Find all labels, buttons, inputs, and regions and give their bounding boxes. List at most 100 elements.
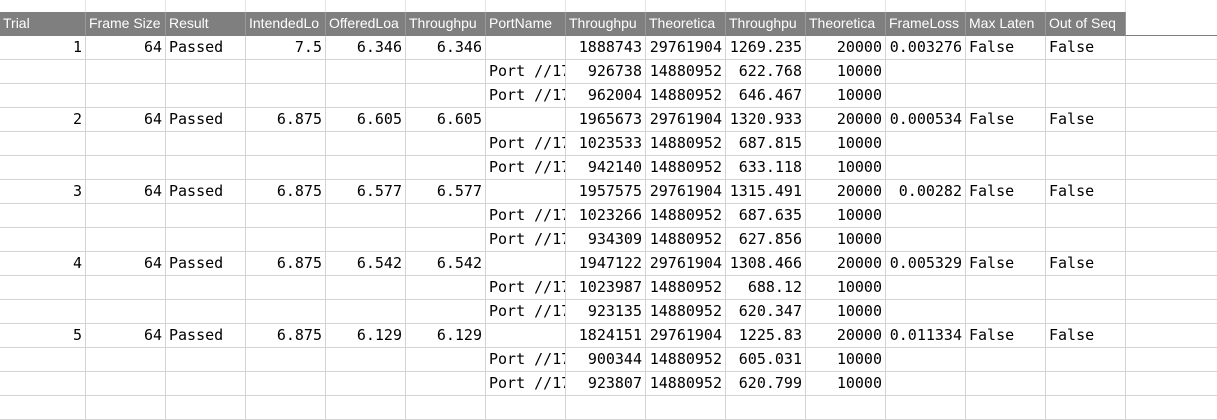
cell-throughput-pct[interactable] (406, 300, 486, 324)
cell-frame-size[interactable] (86, 372, 166, 396)
cell-theoretical-mbps[interactable]: 10000 (806, 204, 886, 228)
cell-intended-load[interactable] (246, 348, 326, 372)
cell-theoretical-frames[interactable]: 14880952 (646, 300, 726, 324)
cell-offered-load[interactable] (326, 228, 406, 252)
cell-intended-load[interactable]: 7.5 (246, 36, 326, 60)
cell-intended-load[interactable]: 6.875 (246, 180, 326, 204)
cell-out-of-sequence[interactable] (1046, 228, 1126, 252)
header-port-name[interactable]: PortName (486, 12, 566, 36)
cell-frame-size[interactable] (86, 396, 166, 420)
cell-frame-loss[interactable] (886, 228, 966, 252)
cell-throughput-pct[interactable] (406, 60, 486, 84)
cell-out-of-sequence[interactable] (1046, 60, 1126, 84)
cell-trial[interactable] (0, 156, 86, 180)
cell-max-latency[interactable] (966, 228, 1046, 252)
cell-offered-load[interactable]: 6.542 (326, 252, 406, 276)
header-theoretical-mbps[interactable]: Theoretica (806, 12, 886, 36)
cell-theoretical-frames[interactable] (646, 396, 726, 420)
cell-throughput-frames[interactable]: 942140 (566, 156, 646, 180)
cell-theoretical-frames[interactable]: 14880952 (646, 348, 726, 372)
header-throughput-pct[interactable]: Throughpu (406, 12, 486, 36)
cell-out-of-sequence[interactable] (1046, 156, 1126, 180)
cell-throughput-frames[interactable]: 962004 (566, 84, 646, 108)
cell-frame-loss[interactable] (886, 348, 966, 372)
cell-offered-load[interactable] (326, 276, 406, 300)
cell-theoretical-mbps[interactable]: 10000 (806, 156, 886, 180)
cell-intended-load[interactable] (246, 300, 326, 324)
cell-port-name[interactable]: Port //17 (486, 228, 566, 252)
cell-theoretical-mbps[interactable]: 20000 (806, 252, 886, 276)
cell-port-name[interactable]: Port //17 (486, 84, 566, 108)
cell-throughput-mbps[interactable]: 646.467 (726, 84, 806, 108)
cell-frame-loss[interactable] (886, 132, 966, 156)
cell-trial[interactable] (0, 204, 86, 228)
cell-throughput-mbps[interactable]: 605.031 (726, 348, 806, 372)
cell-result[interactable]: Passed (166, 180, 246, 204)
cell-frame-size[interactable]: 64 (86, 180, 166, 204)
cell-throughput-mbps[interactable]: 687.815 (726, 132, 806, 156)
header-trial[interactable]: Trial (0, 12, 86, 36)
cell-offered-load[interactable]: 6.129 (326, 324, 406, 348)
cell-max-latency[interactable] (966, 60, 1046, 84)
cell-frame-loss[interactable] (886, 300, 966, 324)
cell-out-of-sequence[interactable]: False (1046, 180, 1126, 204)
cell-throughput-mbps[interactable]: 627.856 (726, 228, 806, 252)
header-intended-load[interactable]: IntendedLo (246, 12, 326, 36)
cell-frame-size[interactable] (86, 276, 166, 300)
cell-trial[interactable] (0, 300, 86, 324)
cell-theoretical-frames[interactable]: 29761904 (646, 324, 726, 348)
cell-frame-loss[interactable] (886, 156, 966, 180)
cell-result[interactable] (166, 228, 246, 252)
cell-out-of-sequence[interactable]: False (1046, 252, 1126, 276)
cell-intended-load[interactable] (246, 84, 326, 108)
cell-intended-load[interactable]: 6.875 (246, 108, 326, 132)
cell-trial[interactable] (0, 372, 86, 396)
cell-frame-loss[interactable]: 0.00282 (886, 180, 966, 204)
cell-port-name[interactable] (486, 252, 566, 276)
cell-max-latency[interactable] (966, 204, 1046, 228)
cell-port-name[interactable]: Port //17 (486, 60, 566, 84)
cell-port-name[interactable] (486, 396, 566, 420)
cell-throughput-mbps[interactable]: 688.12 (726, 276, 806, 300)
cell-frame-size[interactable] (86, 84, 166, 108)
cell-out-of-sequence[interactable] (1046, 396, 1126, 420)
cell-throughput-frames[interactable]: 1023266 (566, 204, 646, 228)
cell-throughput-pct[interactable] (406, 132, 486, 156)
cell-result[interactable] (166, 84, 246, 108)
cell-frame-size[interactable] (86, 204, 166, 228)
cell-frame-size[interactable] (86, 132, 166, 156)
cell-result[interactable] (166, 300, 246, 324)
cell-trial[interactable]: 2 (0, 108, 86, 132)
cell-port-name[interactable] (486, 324, 566, 348)
cell-throughput-frames[interactable]: 1965673 (566, 108, 646, 132)
cell-trial[interactable] (0, 396, 86, 420)
header-out-of-sequence[interactable]: Out of Seq (1046, 12, 1126, 36)
cell-throughput-mbps[interactable]: 687.635 (726, 204, 806, 228)
cell-port-name[interactable]: Port //17 (486, 156, 566, 180)
cell-trial[interactable]: 4 (0, 252, 86, 276)
cell-port-name[interactable] (486, 108, 566, 132)
cell-theoretical-mbps[interactable]: 10000 (806, 60, 886, 84)
cell-theoretical-mbps[interactable]: 20000 (806, 36, 886, 60)
cell-theoretical-frames[interactable]: 14880952 (646, 132, 726, 156)
cell-max-latency[interactable] (966, 348, 1046, 372)
cell-max-latency[interactable]: False (966, 252, 1046, 276)
cell-offered-load[interactable] (326, 132, 406, 156)
cell-frame-size[interactable] (86, 156, 166, 180)
cell-frame-size[interactable] (86, 348, 166, 372)
cell-offered-load[interactable] (326, 84, 406, 108)
cell-throughput-pct[interactable] (406, 228, 486, 252)
cell-theoretical-frames[interactable]: 14880952 (646, 372, 726, 396)
cell-offered-load[interactable] (326, 60, 406, 84)
cell-throughput-frames[interactable] (566, 396, 646, 420)
cell-result[interactable]: Passed (166, 252, 246, 276)
cell-offered-load[interactable] (326, 156, 406, 180)
cell-port-name[interactable]: Port //17 (486, 348, 566, 372)
cell-out-of-sequence[interactable] (1046, 204, 1126, 228)
cell-throughput-frames[interactable]: 1947122 (566, 252, 646, 276)
cell-frame-size[interactable]: 64 (86, 324, 166, 348)
cell-out-of-sequence[interactable] (1046, 132, 1126, 156)
cell-out-of-sequence[interactable]: False (1046, 108, 1126, 132)
cell-theoretical-mbps[interactable]: 10000 (806, 132, 886, 156)
cell-out-of-sequence[interactable] (1046, 348, 1126, 372)
